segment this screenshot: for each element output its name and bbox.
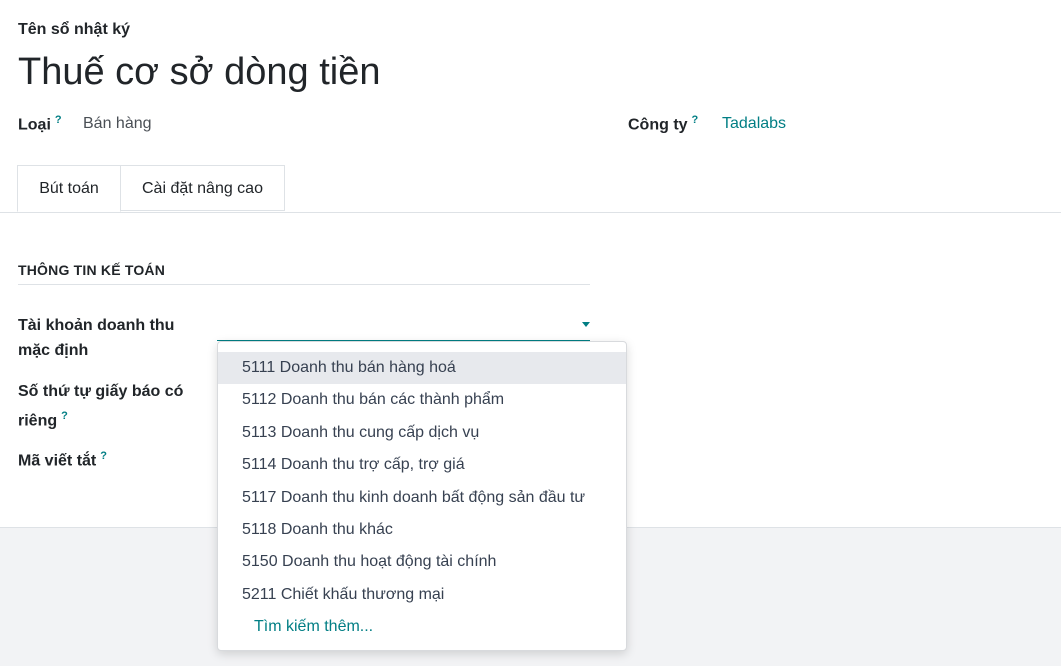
credit-note-sequence-label-text: Số thứ tự giấy báo có riêng	[18, 383, 184, 430]
account-autocomplete-dropdown: 5111 Doanh thu bán hàng hoá 5112 Doanh t…	[217, 341, 627, 651]
tab-journal-items[interactable]: Bút toán	[17, 165, 121, 212]
dropdown-option[interactable]: 5118 Doanh thu khác	[218, 514, 626, 546]
default-income-account-input[interactable]	[217, 312, 590, 341]
short-code-label-text: Mã viết tắt	[18, 452, 97, 470]
dropdown-option[interactable]: 5113 Doanh thu cung cấp dịch vụ	[218, 417, 626, 449]
default-income-account-label: Tài khoản doanh thu mặc định	[18, 317, 175, 359]
credit-note-sequence-label: Số thứ tự giấy báo có riêng?	[18, 379, 208, 433]
search-more-link[interactable]: Tìm kiếm thêm...	[218, 611, 626, 643]
journal-name-input[interactable]: Thuế cơ sở dòng tiền	[18, 48, 380, 96]
journal-name-caption: Tên sổ nhật ký	[18, 21, 131, 38]
type-label: Loại?	[18, 114, 62, 134]
type-value[interactable]: Bán hàng	[83, 115, 152, 133]
tab-advanced-settings[interactable]: Cài đặt nâng cao	[120, 165, 285, 211]
dropdown-option[interactable]: 5114 Doanh thu trợ cấp, trợ giá	[218, 449, 626, 481]
short-code-label: Mã viết tắt?	[18, 444, 208, 473]
company-label-text: Công ty	[628, 116, 688, 134]
dropdown-option[interactable]: 5117 Doanh thu kinh doanh bất động sản đ…	[218, 482, 626, 514]
short-code-help-icon[interactable]: ?	[100, 450, 107, 462]
dropdown-caret-icon[interactable]	[582, 322, 590, 327]
accounting-info-section-title: THÔNG TIN KẾ TOÁN	[18, 262, 590, 285]
credit-note-sequence-help-icon[interactable]: ?	[61, 410, 68, 422]
type-label-text: Loại	[18, 116, 51, 134]
company-link[interactable]: Tadalabs	[722, 115, 786, 133]
dropdown-option[interactable]: 5111 Doanh thu bán hàng hoá	[218, 352, 626, 385]
company-label: Công ty?	[628, 114, 698, 134]
dropdown-option[interactable]: 5211 Chiết khấu thương mại	[218, 579, 626, 611]
notebook-tabs: Bút toán Cài đặt nâng cao	[0, 165, 1061, 213]
dropdown-option[interactable]: 5112 Doanh thu bán các thành phẩm	[218, 384, 626, 416]
dropdown-option[interactable]: 5150 Doanh thu hoạt động tài chính	[218, 546, 626, 578]
type-help-icon[interactable]: ?	[55, 114, 62, 126]
company-help-icon[interactable]: ?	[692, 114, 699, 126]
